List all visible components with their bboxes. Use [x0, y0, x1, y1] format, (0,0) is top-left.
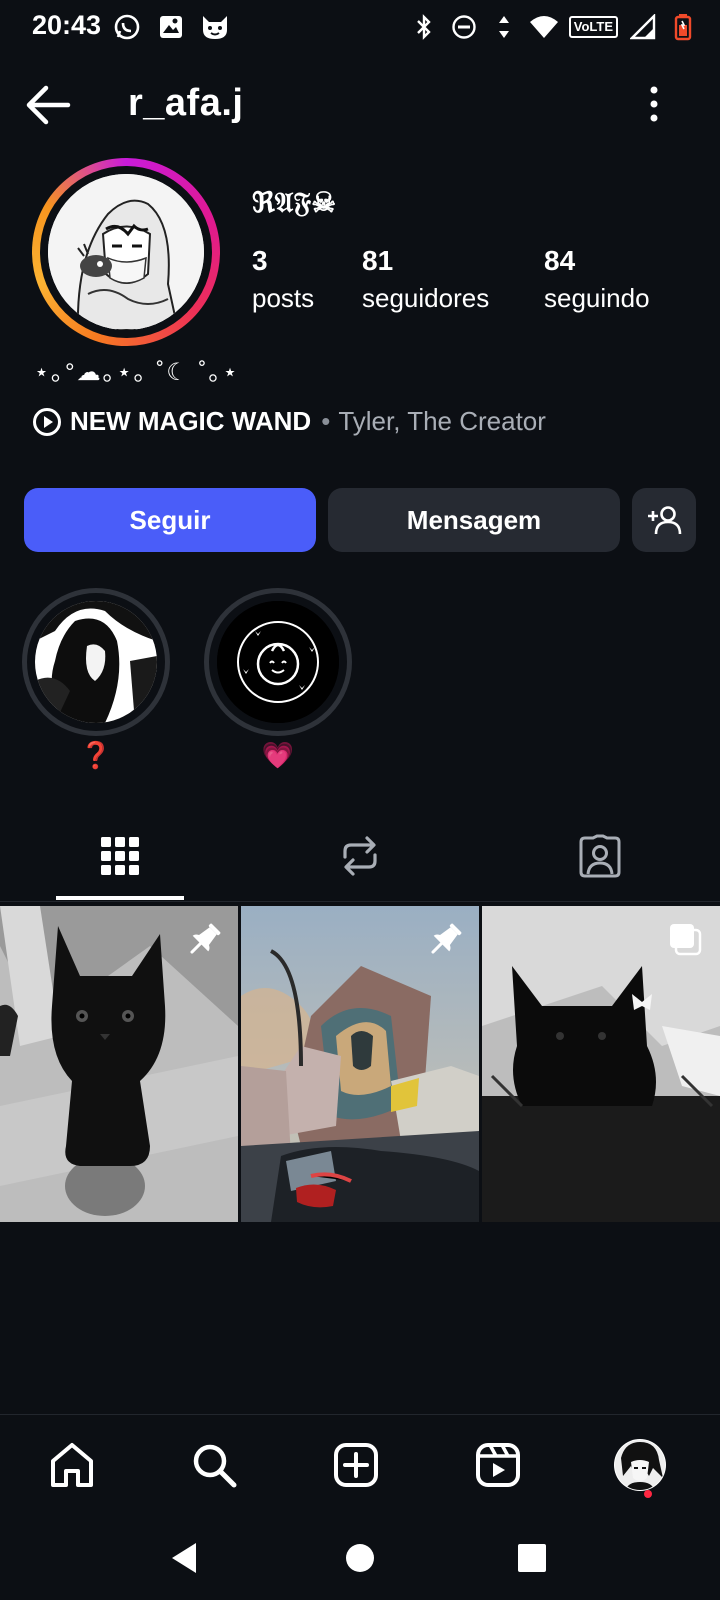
- nav-reels[interactable]: [468, 1435, 528, 1495]
- home-icon: [51, 1443, 93, 1487]
- volte-badge: VoLTE: [568, 16, 618, 38]
- posts-grid: [0, 906, 720, 1222]
- highlight-label: 💗: [261, 740, 295, 770]
- back-triangle-icon: [172, 1543, 196, 1573]
- search-icon: [193, 1444, 237, 1488]
- system-home-button[interactable]: [340, 1538, 380, 1578]
- follow-button[interactable]: Seguir: [24, 488, 316, 552]
- suggest-users-button[interactable]: [632, 488, 696, 552]
- stat-posts-count: 3: [252, 245, 268, 276]
- tab-reposts[interactable]: [296, 810, 424, 902]
- status-time: 20:43: [32, 10, 102, 40]
- stat-following-count: 84: [544, 245, 576, 276]
- signal-icon: [628, 12, 658, 42]
- more-vertical-icon: [650, 86, 658, 122]
- create-icon: [334, 1443, 378, 1487]
- gallery-icon: [156, 12, 186, 42]
- wifi-icon: [529, 12, 559, 42]
- system-navigation-bar: [0, 1516, 720, 1600]
- stat-following[interactable]: 84 seguindo: [544, 244, 650, 318]
- music-separator: •: [321, 406, 331, 436]
- profile-music[interactable]: NEW MAGIC WAND • Tyler, The Creator: [32, 406, 546, 437]
- pin-icon: [425, 920, 465, 960]
- system-back-button[interactable]: [164, 1538, 204, 1578]
- reels-icon: [476, 1443, 520, 1487]
- nav-create[interactable]: [326, 1435, 386, 1495]
- nav-search[interactable]: [184, 1435, 244, 1495]
- bluetooth-icon: [409, 12, 439, 42]
- add-person-icon: [648, 506, 682, 535]
- cat-face-icon: [200, 12, 230, 42]
- back-button[interactable]: [24, 82, 72, 128]
- post-thumbnail[interactable]: [241, 906, 479, 1222]
- highlight-item[interactable]: ❓: [22, 588, 170, 771]
- profile-display-name: ℜ𝔄𝔉☠: [252, 186, 337, 219]
- recents-square-icon: [518, 1544, 546, 1572]
- profile-decoration-text: ⋆｡°☁｡⋆｡ ˚☾ ˚｡⋆: [34, 359, 240, 386]
- nav-home[interactable]: [42, 1435, 102, 1495]
- bottom-navigation: [0, 1414, 720, 1514]
- highlight-cover: [35, 601, 157, 723]
- back-arrow-icon: [26, 85, 71, 125]
- tagged-icon: [579, 834, 621, 878]
- profile-avatar-story-ring[interactable]: [32, 158, 220, 346]
- more-options-button[interactable]: [646, 84, 662, 124]
- nav-profile[interactable]: [610, 1435, 670, 1495]
- active-tab-indicator: [56, 896, 184, 900]
- reposts-icon: [343, 836, 377, 876]
- post-thumbnail[interactable]: [482, 906, 720, 1222]
- play-circle-icon: [33, 407, 61, 436]
- stat-followers-count: 81: [362, 245, 394, 276]
- stat-posts-label: posts: [252, 283, 315, 313]
- whatsapp-icon: [112, 12, 142, 42]
- profile-header: r_afa.j: [0, 70, 720, 140]
- post-thumbnail[interactable]: [0, 906, 238, 1222]
- notification-dot: [644, 1490, 652, 1498]
- tab-posts-grid[interactable]: [56, 810, 184, 902]
- highlight-cover: [217, 601, 339, 723]
- profile-username: r_afa.j: [128, 82, 244, 124]
- music-title: NEW MAGIC WAND: [70, 406, 312, 436]
- music-artist: Tyler, The Creator: [338, 406, 546, 436]
- pin-icon: [184, 920, 224, 960]
- profile-avatar: [48, 174, 204, 330]
- dnd-icon: [449, 12, 479, 42]
- battery-icon: [668, 12, 698, 42]
- tab-tagged[interactable]: [536, 810, 664, 902]
- highlight-item[interactable]: 💗: [204, 588, 352, 771]
- system-recents-button[interactable]: [512, 1538, 552, 1578]
- grid-icon: [101, 837, 139, 875]
- profile-tabs: [0, 810, 720, 902]
- home-circle-icon: [346, 1544, 374, 1572]
- stat-posts[interactable]: 3 posts: [252, 244, 314, 318]
- stat-followers-label: seguidores: [362, 283, 490, 313]
- status-bar: 20:43 VoLTE: [0, 0, 720, 56]
- data-arrows-icon: [489, 12, 519, 42]
- highlight-label: ❓: [79, 740, 113, 770]
- profile-avatar: [614, 1439, 666, 1491]
- stat-following-label: seguindo: [544, 283, 650, 313]
- message-button[interactable]: Mensagem: [328, 488, 620, 552]
- carousel-icon: [666, 920, 706, 960]
- stat-followers[interactable]: 81 seguidores: [362, 244, 489, 318]
